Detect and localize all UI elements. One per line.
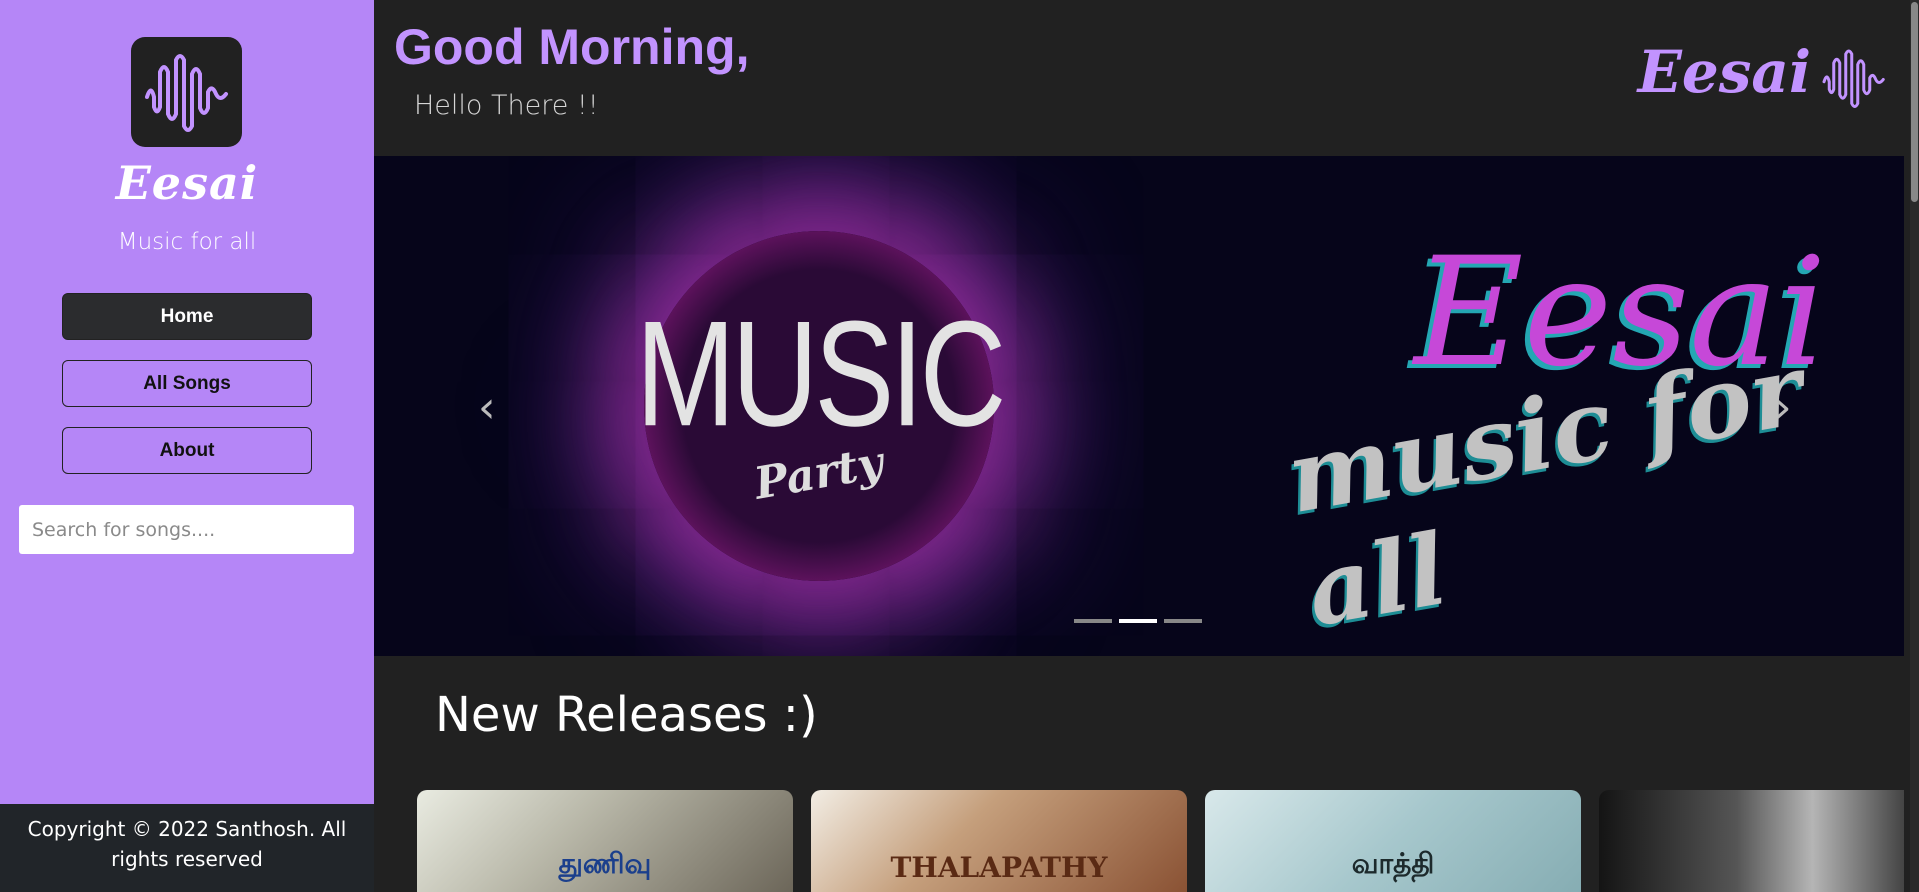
nav-about-button[interactable]: About [62,427,312,474]
release-card[interactable] [1599,790,1904,892]
greeting-heading: Good Morning, [394,19,750,75]
sidebar-tagline: Music for all [117,229,257,255]
sound-wave-icon [1822,49,1885,108]
search-input[interactable] [19,505,354,554]
footer-copyright: Copyright © 2022 Santhosh. All rights re… [0,804,374,892]
new-releases-heading: New Releases :) [435,687,818,743]
sound-wave-icon [144,54,228,132]
slide-title: MUSIC [635,289,1007,458]
nav-all-songs-button[interactable]: All Songs [62,360,312,407]
release-card[interactable]: THALAPATHY [811,790,1187,892]
nav-home-button[interactable]: Home [62,293,312,340]
main-content: Good Morning, Hello There !! Eesai MUSIC… [374,0,1919,892]
release-card-title: THALAPATHY [890,851,1108,884]
release-card[interactable]: வாத்தி [1205,790,1581,892]
music-party-graphic: MUSIC Party [636,231,1006,581]
header-brand: Eesai [1637,38,1811,106]
carousel-indicators [1074,619,1202,623]
banner-tagline: music for all [1279,332,1812,650]
greeting-subtext: Hello There !! [414,90,599,121]
page-scrollbar[interactable] [1910,0,1919,892]
scrollbar-thumb[interactable] [1911,2,1918,202]
carousel-indicator[interactable] [1074,619,1112,623]
carousel-prev-icon[interactable]: ‹ [478,382,496,433]
banner-carousel[interactable]: MUSIC Party Eesai music for all ‹ › [374,156,1904,656]
carousel-indicator[interactable] [1164,619,1202,623]
release-card[interactable]: துணிவு [417,790,793,892]
logo [131,37,242,147]
sidebar-brand: Eesai [115,156,259,210]
carousel-next-icon[interactable]: › [1774,382,1792,433]
sidebar: Eesai Music for all Home All Songs About… [0,0,374,892]
carousel-indicator-active[interactable] [1119,619,1157,623]
release-card-title: வாத்தி [1351,847,1435,880]
release-card-title: துணிவு [558,847,652,880]
